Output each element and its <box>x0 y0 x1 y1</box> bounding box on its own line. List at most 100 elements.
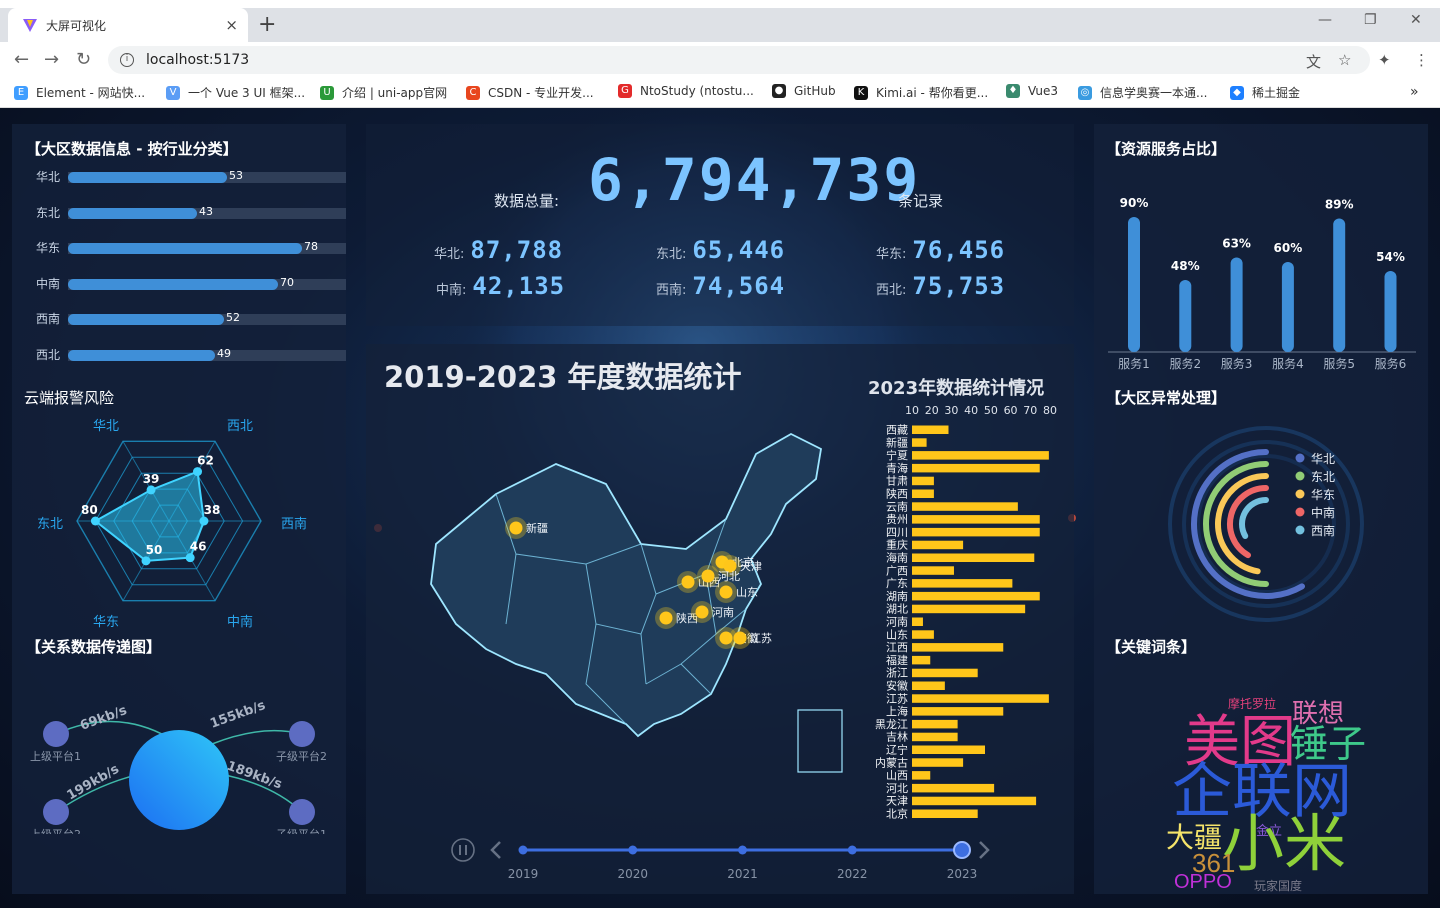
anomaly-ring <box>1191 449 1305 599</box>
bookmark-label: GitHub <box>794 84 836 98</box>
resource-value-label: 63% <box>1222 237 1251 251</box>
industry-bar-row: 华东 78 <box>36 240 346 255</box>
bookmark-item[interactable]: C CSDN - 专业开发... <box>466 84 594 101</box>
site-info-icon[interactable]: i <box>120 53 134 67</box>
relation-rate-label: 155kb/s <box>208 698 267 732</box>
menu-icon[interactable]: ⋮ <box>1414 51 1429 69</box>
bar-chart-title: 2023年数据统计情况 <box>868 378 1045 399</box>
x-tick-label: 60 <box>1004 404 1018 417</box>
bookmark-favicon-icon: C <box>466 85 480 100</box>
extensions-icon[interactable]: ✦ <box>1378 51 1391 69</box>
bookmark-item[interactable]: E Element - 网站快... <box>14 84 145 101</box>
keyword-word: 联想 <box>1292 698 1345 728</box>
industry-bar-value: 49 <box>217 346 231 360</box>
resource-category-label: 服务1 <box>1118 356 1150 371</box>
browser-tab[interactable]: 大屏可视化 × <box>8 8 248 42</box>
year-timeline[interactable]: 2019 2020 2021 2022 2023 <box>436 830 996 886</box>
legend-dot <box>1295 489 1305 499</box>
province-bar <box>912 668 978 678</box>
tab-close-icon[interactable]: × <box>225 16 238 34</box>
bookmark-item[interactable]: V 一个 Vue 3 UI 框架... <box>166 84 305 101</box>
province-label: 河北 <box>886 782 908 795</box>
industry-bar-row: 东北 43 <box>36 205 346 220</box>
bookmark-label: 稀土掘金 <box>1252 86 1301 100</box>
resource-bar-chart: 90% 服务1 48% 服务2 63% 服务3 60% 服务4 89% 服务5 54% 服务6 <box>1108 196 1416 371</box>
bookmark-favicon-icon: G <box>618 84 632 98</box>
province-bar <box>912 681 945 690</box>
radar-value-label: 62 <box>197 454 214 468</box>
region-stat-value: 75,753 <box>912 272 1006 300</box>
bookmark-favicon-icon: U <box>320 85 334 100</box>
relation-graph: 上级平台1上级平台2子级平台2子级平台1数据中心69kb/s199kb/s155… <box>30 698 327 834</box>
province-bar <box>912 489 934 498</box>
legend-dot <box>1295 507 1305 517</box>
radar-title: 云端报警风险 <box>24 389 115 407</box>
forward-icon[interactable]: → <box>44 49 59 70</box>
province-bar-chart: 10 20 30 40 50 60 70 80 西藏新疆宁夏青海甘肃陕西云南贵州四川重庆海南广西… <box>875 404 1057 821</box>
province-label: 山东 <box>886 628 908 641</box>
province-bar <box>912 809 978 818</box>
south-china-sea-inset <box>797 709 843 773</box>
city-marker <box>681 575 695 589</box>
x-tick-label: 50 <box>984 404 998 417</box>
industry-bar-value: 78 <box>304 240 318 253</box>
more-bookmarks-icon[interactable]: » <box>1410 84 1419 100</box>
industry-bar-row: 华北 53 <box>36 169 346 184</box>
region-stat: 西北: 75,753 <box>876 272 1005 300</box>
radar-point <box>193 467 203 477</box>
minimize-icon[interactable]: — <box>1318 12 1332 28</box>
relation-title: 【关系数据传递图】 <box>26 638 162 656</box>
timeline-point <box>628 845 638 855</box>
timeline-prev-icon <box>490 841 501 859</box>
total-label: 数据总量: <box>494 192 560 210</box>
resource-bar <box>1230 257 1243 352</box>
tab-bar: 大屏可视化 × + — ❐ ✕ <box>0 8 1440 42</box>
china-outline <box>430 432 822 738</box>
bookmark-label: Vue3 <box>1028 84 1059 98</box>
region-stat: 华东: 76,456 <box>876 236 1005 264</box>
region-stat-label: 华东: <box>876 247 907 262</box>
bookmark-item[interactable]: ● GitHub <box>772 84 836 98</box>
legend-label: 中南 <box>1311 505 1335 520</box>
region-stat-label: 西南: <box>656 283 687 298</box>
industry-bar-fill <box>68 243 302 254</box>
translate-icon[interactable]: 文 <box>1306 51 1321 72</box>
bookmark-item[interactable]: ♦ Vue3 <box>1006 84 1058 98</box>
region-stat-label: 中南: <box>436 283 467 298</box>
anomaly-ring <box>1239 497 1269 539</box>
relation-node <box>43 721 69 747</box>
bookmark-item[interactable]: G NtoStudy (ntostu... <box>618 84 754 98</box>
bookmark-item[interactable]: U 介绍 | uni-app官网 <box>320 84 447 101</box>
back-icon[interactable]: ← <box>14 49 29 70</box>
city-label: 江苏 <box>750 632 772 645</box>
bookmark-star-icon[interactable]: ☆ <box>1338 51 1351 69</box>
bookmark-item[interactable]: ◆ 稀土掘金 <box>1230 84 1300 101</box>
url-input[interactable]: i localhost:5173 <box>108 46 1370 74</box>
province-label: 上海 <box>886 704 908 718</box>
province-label: 黑龙江 <box>875 718 908 731</box>
timeline-year-label: 2023 <box>947 867 978 881</box>
bookmark-item[interactable]: K Kimi.ai - 帮你看更... <box>854 84 988 101</box>
resource-category-label: 服务5 <box>1323 356 1355 371</box>
region-stat: 华北: 87,788 <box>434 236 563 264</box>
china-map: 新疆北京天津山西河北山东陕西 河南安徽江苏 <box>430 432 843 773</box>
legend-label: 华东 <box>1311 488 1335 502</box>
reload-icon[interactable]: ↻ <box>76 49 91 70</box>
close-window-icon[interactable]: ✕ <box>1410 12 1422 28</box>
new-tab-button[interactable]: + <box>258 12 276 37</box>
relation-node-label: 上级平台1 <box>30 749 81 763</box>
bookmark-item[interactable]: ◎ 信息学奥赛一本通... <box>1078 84 1207 101</box>
maximize-icon[interactable]: ❐ <box>1364 12 1377 28</box>
bookmark-favicon-icon: ◆ <box>1230 85 1244 100</box>
province-label: 内蒙古 <box>875 755 908 769</box>
province-label: 青海 <box>886 461 908 475</box>
relation-rate-label: 189kb/s <box>225 759 284 793</box>
relation-node-label: 子级平台1 <box>276 827 327 834</box>
industry-bar-fill <box>68 278 278 290</box>
province-bar <box>912 476 934 486</box>
anomaly-title: 【大区异常处理】 <box>1106 389 1227 407</box>
bookmark-favicon-icon: E <box>14 85 28 100</box>
keyword-word: 玩家国度 <box>1254 879 1303 893</box>
radar-point <box>141 556 151 566</box>
radar-axis-label: 中南 <box>227 614 253 629</box>
